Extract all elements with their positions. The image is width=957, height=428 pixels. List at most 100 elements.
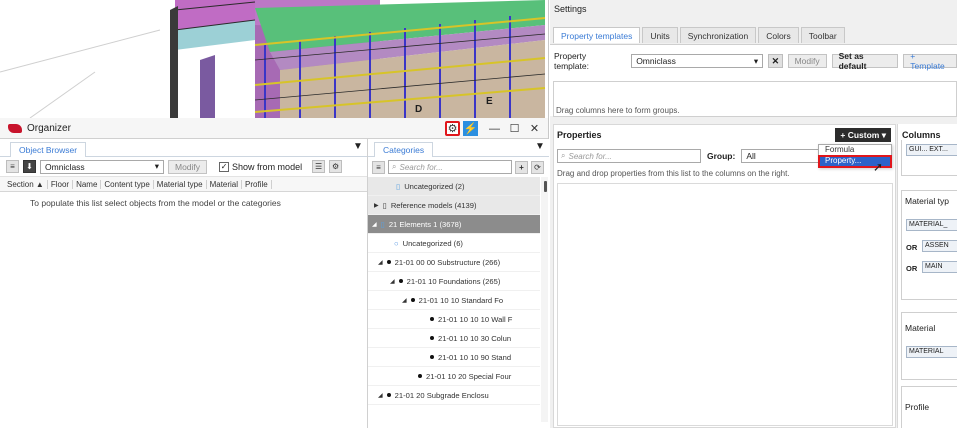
tree-item[interactable]: ◢ 21-01 00 00 Substructure (266) bbox=[368, 253, 540, 272]
column-header-profile[interactable]: Profile bbox=[242, 179, 272, 189]
properties-list[interactable] bbox=[557, 183, 893, 426]
column-settings-icon[interactable]: ⚙ bbox=[329, 160, 343, 173]
uncategorized-icon: ○ bbox=[394, 238, 399, 248]
empty-list-hint: To populate this list select objects fro… bbox=[30, 198, 281, 208]
column-header-section[interactable]: Section ▲ bbox=[4, 179, 48, 189]
expand-icon[interactable]: ▶ bbox=[374, 202, 379, 209]
modify-template-button[interactable]: Modify bbox=[787, 54, 827, 68]
column-header-material[interactable]: Material bbox=[207, 179, 243, 189]
tree-item[interactable]: 21-01 10 10 10 Wall F bbox=[368, 310, 540, 329]
settings-window: Settings Property templates Units Synchr… bbox=[550, 0, 957, 428]
refresh-icon[interactable]: ⟳ bbox=[531, 160, 544, 174]
categories-scrollbar-thumb[interactable] bbox=[544, 181, 547, 192]
column-chip-material[interactable]: MATERIAL_ bbox=[906, 219, 957, 231]
tree-item[interactable]: 21-01 10 10 90 Stand bbox=[368, 348, 540, 367]
collapse-icon[interactable]: ◢ bbox=[372, 221, 377, 228]
group-label: Group: bbox=[707, 151, 736, 161]
close-button[interactable]: ✕ bbox=[527, 121, 542, 136]
set-as-default-button[interactable]: Set as default bbox=[831, 51, 899, 71]
column-header-material-type[interactable]: Material type bbox=[154, 179, 207, 189]
tree-item[interactable]: 21-01 10 20 Special Four bbox=[368, 367, 540, 386]
properties-filter-row: ⌕ Search for... Group: All bbox=[557, 149, 828, 163]
bullet-icon bbox=[430, 355, 434, 359]
list-view-icon[interactable]: ☰ bbox=[312, 160, 326, 173]
categories-search-input[interactable]: ⌕ Search for... bbox=[388, 160, 512, 174]
collapse-icon[interactable]: ◢ bbox=[402, 297, 407, 304]
tab-synchronization[interactable]: Synchronization bbox=[679, 27, 757, 43]
object-browser-toolbar: ≡ ⬇ Omniclass ▾ Modify ✓ Show from model… bbox=[0, 157, 367, 177]
settings-title: Settings bbox=[554, 4, 587, 14]
column-group-material-type[interactable]: Material typ MATERIAL_ OR ASSEN OR MAIN bbox=[901, 190, 957, 300]
property-template-label: Property template: bbox=[554, 51, 589, 71]
bullet-icon bbox=[410, 298, 415, 302]
flash-icon[interactable]: ⚡ bbox=[463, 121, 478, 136]
tree-item-selected[interactable]: ◢ ▯ 21 Elements 1 (3678) bbox=[368, 215, 540, 234]
tree-item[interactable]: ◢ 21-01 20 Subgrade Enclosu bbox=[368, 386, 540, 405]
column-group-top[interactable]: GUI... EXT... bbox=[901, 140, 957, 176]
bullet-icon bbox=[430, 317, 434, 321]
property-template-select[interactable]: Omniclass ▾ bbox=[631, 54, 764, 68]
menu-item-formula[interactable]: Formula bbox=[819, 145, 891, 156]
add-category-icon[interactable]: + bbox=[515, 160, 528, 174]
add-template-button[interactable]: + Template bbox=[903, 51, 957, 71]
tree-item-label: 21-01 10 Foundations (265) bbox=[406, 276, 501, 286]
organizer-titlebar[interactable]: Organizer ⚙ ⚡ — ☐ ✕ bbox=[0, 118, 548, 139]
tab-categories[interactable]: Categories bbox=[374, 142, 434, 157]
template-select[interactable]: Omniclass ▾ bbox=[40, 159, 164, 174]
search-icon: ⌕ bbox=[561, 151, 566, 160]
column-header-name[interactable]: Name bbox=[73, 179, 102, 189]
show-from-model-checkbox[interactable]: ✓ bbox=[219, 161, 230, 172]
column-header-content-type[interactable]: Content type bbox=[101, 179, 154, 189]
column-chip-top[interactable]: GUI... EXT... bbox=[906, 144, 957, 156]
show-from-model-toggle[interactable]: ✓ Show from model bbox=[219, 161, 303, 172]
tab-units[interactable]: Units bbox=[642, 27, 678, 43]
collapse-icon[interactable]: ◢ bbox=[390, 278, 395, 285]
collapse-all-icon[interactable]: ≡ bbox=[372, 160, 385, 174]
settings-gear-icon[interactable]: ⚙ bbox=[445, 121, 460, 136]
maximize-button[interactable]: ☐ bbox=[507, 121, 522, 136]
minimize-button[interactable]: — bbox=[487, 121, 502, 136]
tree-item-label: 21-01 00 00 Substructure (266) bbox=[394, 257, 501, 267]
column-group-profile[interactable]: Profile bbox=[901, 386, 957, 428]
categories-scrollbar[interactable] bbox=[541, 177, 548, 422]
collapse-icon[interactable]: ≡ bbox=[6, 160, 19, 173]
group-select-value: All bbox=[746, 151, 756, 161]
model-viewport[interactable]: D E bbox=[0, 0, 549, 118]
column-header-floor[interactable]: Floor bbox=[48, 179, 74, 189]
tab-object-browser[interactable]: Object Browser bbox=[10, 142, 87, 157]
building-model-render: D E bbox=[0, 0, 548, 118]
modify-button[interactable]: Modify bbox=[168, 159, 208, 174]
delete-template-icon[interactable]: ✕ bbox=[768, 54, 783, 68]
reference-icon: ▯ bbox=[382, 200, 387, 210]
bullet-icon bbox=[418, 374, 422, 378]
tree-item[interactable]: ▶ ▯ Reference models (4139) bbox=[368, 196, 540, 215]
folder-icon: ▯ bbox=[396, 181, 401, 191]
tree-item-label: 21-01 10 10 30 Colun bbox=[438, 333, 512, 343]
panel-menu-arrow-icon[interactable]: ▼ bbox=[353, 141, 363, 152]
tree-item[interactable]: ▯ Uncategorized (2) bbox=[368, 177, 540, 196]
export-icon[interactable]: ⬇ bbox=[23, 160, 36, 173]
column-group-material[interactable]: Material MATERIAL bbox=[901, 312, 957, 380]
categories-menu-arrow-icon[interactable]: ▼ bbox=[535, 141, 545, 152]
column-chip-assembly[interactable]: ASSEN bbox=[922, 240, 957, 252]
properties-search-input[interactable]: ⌕ Search for... bbox=[557, 149, 701, 163]
column-chip-material-name[interactable]: MATERIAL bbox=[906, 346, 957, 358]
tree-item[interactable]: ○ Uncategorized (6) bbox=[368, 234, 540, 253]
column-chip-main[interactable]: MAIN bbox=[922, 261, 957, 273]
collapse-icon[interactable]: ◢ bbox=[378, 259, 383, 266]
bullet-icon bbox=[430, 336, 434, 340]
group-drop-area[interactable]: Drag columns here to form groups. bbox=[553, 81, 957, 117]
tree-item[interactable]: ◢ 21-01 10 Foundations (265) bbox=[368, 272, 540, 291]
collapse-icon[interactable]: ◢ bbox=[378, 392, 383, 399]
group-select[interactable]: All bbox=[741, 149, 828, 163]
custom-property-button[interactable]: + Custom ▾ bbox=[835, 128, 891, 142]
tab-colors[interactable]: Colors bbox=[758, 27, 799, 43]
tree-item-label: 21-01 10 20 Special Four bbox=[426, 371, 512, 381]
tree-item[interactable]: ◢ 21-01 10 10 Standard Fo bbox=[368, 291, 540, 310]
bullet-icon bbox=[386, 260, 391, 264]
tab-property-templates[interactable]: Property templates bbox=[553, 27, 641, 43]
tab-toolbar[interactable]: Toolbar bbox=[800, 27, 845, 43]
tree-item[interactable]: 21-01 10 10 30 Colun bbox=[368, 329, 540, 348]
or-label: OR bbox=[906, 243, 918, 252]
show-from-model-label: Show from model bbox=[232, 161, 303, 172]
